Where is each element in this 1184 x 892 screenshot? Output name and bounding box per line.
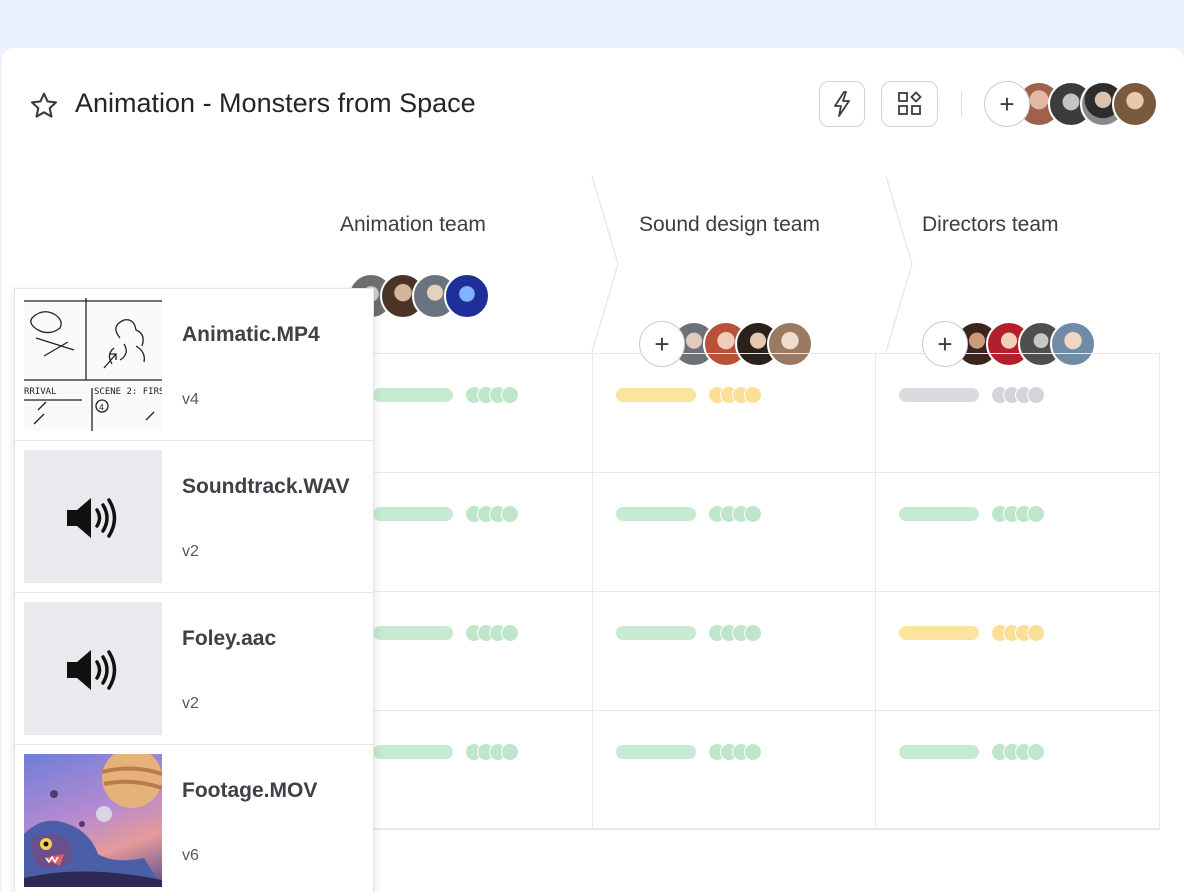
- team-name-directors: Directors team: [922, 213, 1059, 236]
- animation-team-members: [348, 273, 490, 319]
- review-status-green[interactable]: [373, 386, 519, 404]
- review-status-green[interactable]: [373, 505, 519, 523]
- status-bar: [899, 745, 979, 759]
- reviewer-dot: [501, 743, 519, 761]
- status-bar: [373, 507, 453, 521]
- storyboard-thumbnail: RRIVAL SCENE 2: FIRST 4: [24, 298, 162, 431]
- project-title: Animation - Monsters from Space: [75, 88, 476, 118]
- storyboard-sketch: RRIVAL SCENE 2: FIRST 4: [24, 298, 162, 431]
- audio-thumbnail: [24, 450, 162, 583]
- review-status-green[interactable]: [616, 624, 762, 642]
- apps-button[interactable]: [881, 81, 938, 127]
- reviewer-dot: [1027, 743, 1045, 761]
- team-name-animation: Animation team: [340, 213, 486, 236]
- file-version: v2: [182, 695, 199, 712]
- footage-thumbnail: [24, 754, 162, 887]
- monster-image: [24, 754, 162, 887]
- reviewer-dots: [991, 505, 1045, 523]
- lightning-bolt-icon: [834, 91, 850, 117]
- reviewer-dots: [708, 624, 762, 642]
- column-separator-chevron: [885, 176, 913, 352]
- file-item[interactable]: Foley.aac v2: [15, 593, 373, 745]
- add-member-button[interactable]: +: [922, 321, 968, 367]
- reviewer-dots: [991, 624, 1045, 642]
- status-bar: [616, 388, 696, 402]
- file-version: v6: [182, 847, 199, 864]
- reviewer-dots: [465, 743, 519, 761]
- project-board: Animation - Monsters from Space + Animat…: [2, 48, 1184, 892]
- add-member-button[interactable]: +: [639, 321, 685, 367]
- reviewer-dot: [1027, 386, 1045, 404]
- file-version: v4: [182, 391, 199, 408]
- team-name-sound-design: Sound design team: [639, 213, 820, 236]
- review-status-green[interactable]: [899, 505, 1045, 523]
- review-status-green[interactable]: [616, 743, 762, 761]
- automation-button[interactable]: [819, 81, 865, 127]
- reviewer-dot: [744, 386, 762, 404]
- reviewer-dot: [744, 743, 762, 761]
- reviewer-dot: [1027, 505, 1045, 523]
- reviewer-dots: [465, 624, 519, 642]
- file-name[interactable]: Foley.aac: [182, 627, 276, 651]
- reviewer-dot: [1027, 624, 1045, 642]
- reviewer-dot: [501, 505, 519, 523]
- review-status-green[interactable]: [373, 624, 519, 642]
- reviewer-dots: [991, 386, 1045, 404]
- avatar[interactable]: [444, 273, 490, 319]
- file-item[interactable]: Footage.MOV v6: [15, 745, 373, 892]
- review-status-green[interactable]: [899, 743, 1045, 761]
- speaker-icon: [67, 650, 117, 690]
- star-icon[interactable]: [28, 90, 60, 122]
- file-name[interactable]: Footage.MOV: [182, 779, 317, 803]
- status-bar: [899, 626, 979, 640]
- reviewer-dots: [465, 386, 519, 404]
- file-item[interactable]: Soundtrack.WAV v2: [15, 441, 373, 593]
- reviewer-dots: [465, 505, 519, 523]
- status-bar: [373, 388, 453, 402]
- add-member-button[interactable]: +: [984, 81, 1030, 127]
- reviewer-dot: [501, 624, 519, 642]
- reviewer-dot: [501, 386, 519, 404]
- review-status-green[interactable]: [616, 505, 762, 523]
- audio-thumbnail: [24, 602, 162, 735]
- file-name[interactable]: Animatic.MP4: [182, 323, 320, 347]
- review-status-green[interactable]: [373, 743, 519, 761]
- reviewer-dots: [991, 743, 1045, 761]
- review-status-gray[interactable]: [899, 386, 1045, 404]
- reviewer-dots: [708, 386, 762, 404]
- column-separator-chevron: [591, 176, 619, 352]
- status-bar: [616, 745, 696, 759]
- reviewer-dots: [708, 505, 762, 523]
- header-divider: [961, 92, 962, 116]
- status-bar: [899, 507, 979, 521]
- review-status-yellow[interactable]: [616, 386, 762, 404]
- apps-grid-icon: [897, 91, 922, 115]
- file-list-panel: RRIVAL SCENE 2: FIRST 4 Animatic.MP4 v4 …: [14, 288, 374, 892]
- reviewer-dot: [744, 624, 762, 642]
- status-bar: [899, 388, 979, 402]
- storyboard-caption: 4: [99, 403, 104, 412]
- status-bar: [616, 626, 696, 640]
- reviewer-dots: [708, 743, 762, 761]
- file-version: v2: [182, 543, 199, 560]
- status-bar: [616, 507, 696, 521]
- top-band: [0, 0, 1184, 48]
- status-bar: [373, 745, 453, 759]
- file-item[interactable]: RRIVAL SCENE 2: FIRST 4 Animatic.MP4 v4: [15, 289, 373, 441]
- avatar[interactable]: [1112, 81, 1158, 127]
- reviewer-dot: [744, 505, 762, 523]
- storyboard-caption: RRIVAL: [24, 387, 57, 397]
- speaker-icon: [67, 498, 117, 538]
- file-name[interactable]: Soundtrack.WAV: [182, 475, 350, 499]
- storyboard-caption: SCENE 2: FIRST: [94, 387, 162, 397]
- project-members: +: [984, 81, 1158, 127]
- review-status-yellow[interactable]: [899, 624, 1045, 642]
- status-bar: [373, 626, 453, 640]
